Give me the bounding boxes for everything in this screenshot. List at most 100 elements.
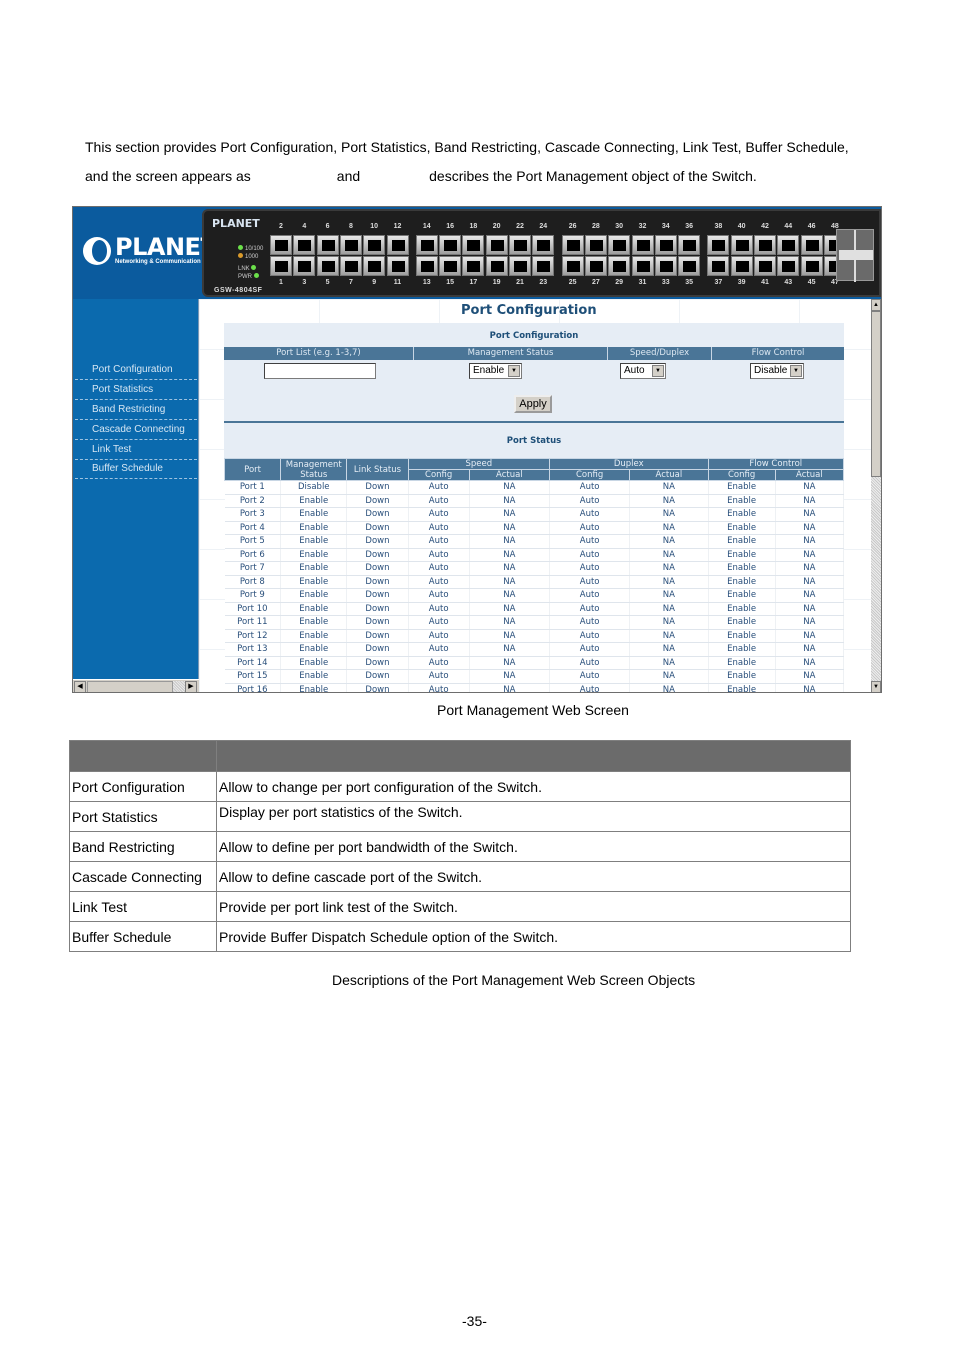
ethernet-port-icon[interactable]	[316, 256, 339, 276]
ethernet-port-icon[interactable]	[316, 235, 339, 255]
table-cell: NA	[629, 521, 709, 535]
ethernet-port-icon[interactable]	[293, 256, 316, 276]
management-status-select[interactable]: Enable ▼	[469, 363, 522, 379]
ethernet-port-icon[interactable]	[800, 235, 823, 255]
ethernet-port-icon[interactable]	[270, 256, 292, 276]
table-cell: Auto	[408, 629, 470, 643]
ethernet-port-icon[interactable]	[561, 256, 584, 276]
table-cell: Down	[346, 669, 409, 684]
ethernet-port-icon[interactable]	[654, 256, 677, 276]
sidebar-item-cascade-connecting[interactable]: Cascade Connecting	[75, 420, 197, 440]
table-cell: Auto	[408, 642, 470, 657]
sidebar-item-port-statistics[interactable]: Port Statistics	[75, 380, 197, 401]
sidebar-item-buffer-schedule[interactable]: Buffer Schedule	[75, 459, 197, 480]
table-cell: NA	[775, 507, 845, 522]
table-cell: Port 6	[224, 548, 282, 562]
ethernet-port-icon[interactable]	[707, 256, 730, 276]
ethernet-port-icon[interactable]	[631, 256, 654, 276]
speed-duplex-select[interactable]: Auto ▼	[620, 363, 666, 379]
table-cell: NA	[469, 561, 551, 576]
table-cell: NA	[469, 642, 551, 657]
flow-control-select[interactable]: Disable ▼	[750, 363, 804, 379]
ethernet-port-icon[interactable]	[654, 235, 677, 255]
ethernet-port-icon[interactable]	[532, 235, 555, 255]
chevron-down-icon[interactable]: ▼	[790, 365, 802, 377]
table-cell: Enable	[280, 521, 348, 535]
table-cell: Auto	[549, 548, 631, 562]
ethernet-port-icon[interactable]	[363, 256, 386, 276]
ethernet-port-icon[interactable]	[415, 235, 438, 255]
sidebar-item-link-test[interactable]: Link Test	[75, 440, 197, 460]
port-number: 17	[469, 279, 478, 286]
table-cell: Enable	[280, 548, 348, 562]
ethernet-port-icon[interactable]	[777, 256, 800, 276]
ethernet-port-icon[interactable]	[608, 256, 631, 276]
sidebar-item-label: Port Configuration	[92, 364, 173, 376]
port-number: 36	[685, 223, 693, 230]
table-cell: NA	[469, 521, 551, 535]
port-number: 30	[615, 223, 624, 230]
ethernet-port-icon[interactable]	[462, 235, 485, 255]
scroll-left-icon[interactable]: ◀	[74, 681, 86, 692]
ethernet-port-icon[interactable]	[339, 235, 362, 255]
scroll-down-icon[interactable]: ▼	[871, 681, 881, 692]
ethernet-port-icon[interactable]	[415, 256, 438, 276]
ethernet-port-icon[interactable]	[754, 235, 776, 255]
ethernet-port-icon[interactable]	[561, 235, 584, 255]
scrollbar-thumb[interactable]	[87, 681, 173, 692]
ethernet-port-icon[interactable]	[339, 256, 362, 276]
port-list-input[interactable]	[264, 363, 376, 379]
ethernet-port-icon[interactable]	[462, 256, 485, 276]
ethernet-port-icon[interactable]	[730, 235, 753, 255]
ethernet-port-icon[interactable]	[270, 235, 292, 255]
main-vertical-scrollbar[interactable]: ▲ ▼	[871, 299, 881, 692]
ethernet-port-icon[interactable]	[584, 235, 607, 255]
ethernet-port-icon[interactable]	[754, 256, 776, 276]
table-cell: Port 14	[224, 656, 282, 670]
object-description: Allow to define cascade port of the Swit…	[216, 861, 851, 892]
sidebar-item-port-configuration[interactable]: Port Configuration	[75, 360, 197, 381]
object-description: Display per port statistics of the Switc…	[216, 801, 851, 832]
table-row: Port 10 Enable Down Auto NA Auto NA Enable NA	[224, 602, 845, 616]
ethernet-port-icon[interactable]	[485, 256, 508, 276]
planet-logo: PLANET Networking & Communication	[83, 235, 217, 266]
apply-button[interactable]: Apply	[514, 395, 552, 413]
ethernet-port-icon[interactable]	[485, 235, 508, 255]
ethernet-port-icon[interactable]	[386, 256, 409, 276]
sidebar-item-band-restricting[interactable]: Band Restricting	[75, 400, 197, 420]
ethernet-port-icon[interactable]	[678, 256, 701, 276]
ethernet-port-icon[interactable]	[608, 235, 631, 255]
ethernet-port-icon[interactable]	[293, 235, 316, 255]
ethernet-port-icon[interactable]	[439, 235, 462, 255]
table-row: Port 15 Enable Down Auto NA Auto NA Enable NA	[224, 669, 845, 684]
sidebar-horizontal-scrollbar[interactable]: ◀ ▶	[73, 679, 199, 692]
ethernet-port-icon[interactable]	[707, 235, 730, 255]
ethernet-port-icon[interactable]	[631, 235, 654, 255]
ethernet-port-icon[interactable]	[509, 256, 531, 276]
web-screen-screenshot: PLANET Networking & Communication PLANET…	[72, 206, 882, 693]
scroll-right-icon[interactable]: ▶	[185, 681, 197, 692]
table-cell: Enable	[708, 588, 776, 603]
ethernet-port-icon[interactable]	[730, 256, 753, 276]
sfp-ports[interactable]	[836, 229, 874, 282]
ethernet-port-icon[interactable]	[386, 235, 409, 255]
ethernet-port-icon[interactable]	[800, 256, 823, 276]
ethernet-port-icon[interactable]	[584, 256, 607, 276]
scroll-up-icon[interactable]: ▲	[871, 299, 881, 311]
table-cell: Port 8	[224, 575, 282, 589]
ethernet-port-icon[interactable]	[363, 235, 386, 255]
ethernet-port-icon[interactable]	[509, 235, 531, 255]
ethernet-port-icon[interactable]	[439, 256, 462, 276]
table-cell: Down	[346, 602, 409, 616]
ethernet-port-icon[interactable]	[532, 256, 555, 276]
ethernet-port-icon[interactable]	[777, 235, 800, 255]
scrollbar-thumb[interactable]	[871, 311, 881, 477]
chevron-down-icon[interactable]: ▼	[652, 365, 664, 377]
sidebar-item-label: Buffer Schedule	[92, 463, 163, 475]
table-cell: Enable	[280, 494, 348, 508]
led-label: PWR	[238, 274, 252, 280]
header-speed-duplex: Speed/Duplex	[608, 347, 712, 360]
ethernet-port-icon[interactable]	[678, 235, 701, 255]
scrollbar-track[interactable]	[173, 681, 185, 692]
chevron-down-icon[interactable]: ▼	[508, 365, 520, 377]
